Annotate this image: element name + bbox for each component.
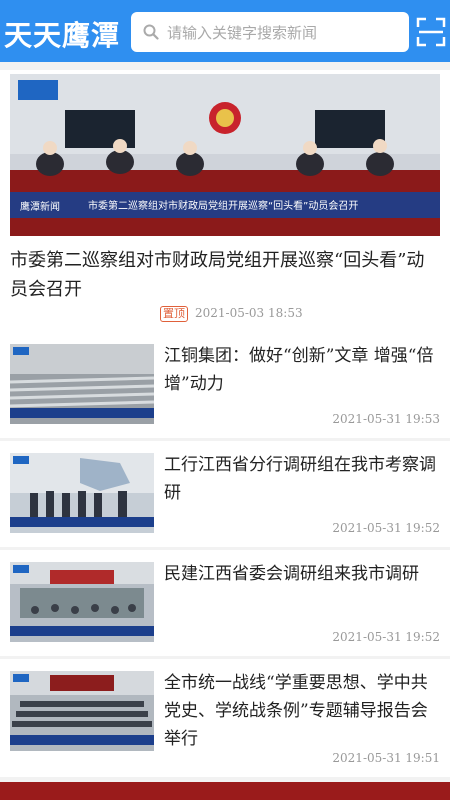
scan-icon[interactable]	[416, 17, 446, 47]
lecture-hall-photo	[10, 671, 154, 751]
news-thumbnail[interactable]	[10, 453, 154, 533]
news-item[interactable]: 工行江西省分行调研组在我市考察调研 2021-05-31 19:52	[0, 441, 450, 547]
news-time: 2021-05-31 19:52	[332, 521, 440, 535]
news-thumbnail[interactable]	[10, 344, 154, 424]
news-title[interactable]: 江铜集团：做好“创新”文章 增强“倍增”动力	[164, 342, 440, 398]
news-time: 2021-05-31 19:52	[332, 630, 440, 644]
news-thumbnail[interactable]	[10, 562, 154, 642]
visit-photo	[10, 453, 154, 533]
news-title[interactable]: 工行江西省分行调研组在我市考察调研	[164, 451, 440, 507]
search-input[interactable]	[165, 18, 405, 48]
news-thumbnail[interactable]	[10, 671, 154, 751]
app-logo: 天天鹰潭	[4, 19, 121, 52]
factory-photo	[10, 344, 154, 424]
news-item[interactable]: 江铜集团：做好“创新”文章 增强“倍增”动力 2021-05-31 19:53	[0, 332, 450, 438]
next-news-preview[interactable]	[0, 782, 450, 800]
pinned-badge: 置顶	[160, 306, 188, 322]
search-box[interactable]	[131, 12, 409, 52]
image-channel-label: 鹰潭新闻	[20, 202, 60, 213]
featured-news-image[interactable]: 鹰潭新闻 市委第二巡察组对市财政局党组开展巡察“回头看”动员会召开	[10, 74, 440, 236]
meeting-room-photo	[10, 562, 154, 642]
news-item[interactable]: 民建江西省委会调研组来我市调研 2021-05-31 19:52	[0, 550, 450, 656]
search-icon	[143, 24, 159, 40]
image-caption: 市委第二巡察组对市财政局党组开展巡察“回头看”动员会召开	[88, 201, 359, 212]
featured-news-title[interactable]: 市委第二巡察组对市财政局党组开展巡察“回头看”动员会召开	[10, 246, 440, 304]
news-item[interactable]: 全市统一战线“学重要思想、学中共党史、学统战条例”专题辅导报告会举行 2021-…	[0, 659, 450, 777]
news-title[interactable]: 全市统一战线“学重要思想、学中共党史、学统战条例”专题辅导报告会举行	[164, 669, 440, 753]
news-time: 2021-05-31 19:53	[332, 412, 440, 426]
app-header: 天天鹰潭	[0, 0, 450, 62]
news-time: 2021-05-31 19:51	[332, 751, 440, 765]
news-title[interactable]: 民建江西省委会调研组来我市调研	[164, 560, 440, 588]
featured-news-time: 2021-05-03 18:53	[195, 306, 303, 320]
